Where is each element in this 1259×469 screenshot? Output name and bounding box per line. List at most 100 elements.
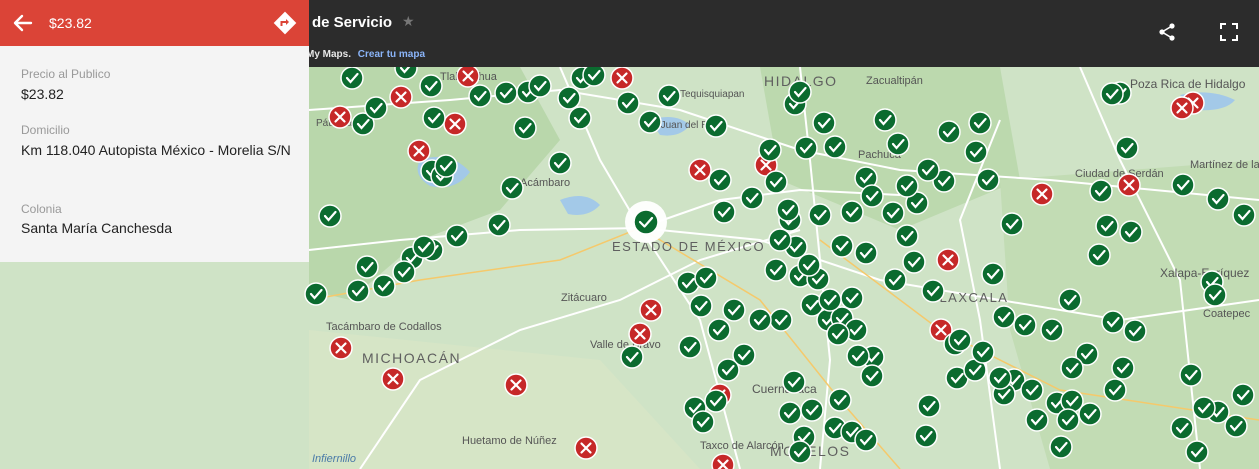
station-marker-valid[interactable] [1111,356,1135,380]
station-marker-valid[interactable] [419,74,443,98]
station-marker-valid[interactable] [748,308,772,332]
station-marker-valid[interactable] [764,258,788,282]
station-marker-invalid[interactable] [407,139,431,163]
station-marker-valid[interactable] [1095,214,1119,238]
station-marker-valid[interactable] [1078,402,1102,426]
station-marker-valid[interactable] [916,158,940,182]
station-marker-valid[interactable] [704,114,728,138]
station-marker-valid[interactable] [548,151,572,175]
station-marker-valid[interactable] [948,328,972,352]
station-marker-valid[interactable] [914,424,938,448]
station-marker-valid[interactable] [1232,203,1256,227]
station-marker-valid[interactable] [895,224,919,248]
station-marker-invalid[interactable] [381,367,405,391]
station-marker-valid[interactable] [976,168,1000,192]
station-marker-valid[interactable] [694,266,718,290]
station-marker-invalid[interactable] [1170,96,1194,120]
station-marker-valid[interactable] [788,80,812,104]
station-marker-valid[interactable] [860,364,884,388]
station-marker-valid[interactable] [764,170,788,194]
station-marker-valid[interactable] [860,184,884,208]
station-marker-valid[interactable] [1224,414,1248,438]
station-marker-valid[interactable] [1115,136,1139,160]
station-marker-valid[interactable] [1101,310,1125,334]
station-marker-valid[interactable] [971,340,995,364]
station-marker-valid[interactable] [981,262,1005,286]
station-marker-valid[interactable] [921,279,945,303]
back-arrow-icon[interactable] [12,12,34,34]
station-marker-valid[interactable] [568,106,592,130]
station-marker-valid[interactable] [445,224,469,248]
star-icon[interactable]: ★ [402,13,415,30]
station-marker-valid[interactable] [797,253,821,277]
station-marker-valid[interactable] [768,228,792,252]
directions-icon[interactable] [272,10,298,36]
station-marker-valid[interactable] [800,398,824,422]
station-marker-valid[interactable] [364,96,388,120]
station-marker-valid[interactable] [1056,408,1080,432]
station-marker-valid[interactable] [712,200,736,224]
station-marker-invalid[interactable] [711,453,735,469]
station-marker-valid[interactable] [964,140,988,164]
station-marker-valid[interactable] [854,241,878,265]
station-marker-valid[interactable] [1192,396,1216,420]
station-marker-valid[interactable] [620,345,644,369]
station-marker-valid[interactable] [840,200,864,224]
station-marker-valid[interactable] [895,174,919,198]
station-marker-invalid[interactable] [1030,182,1054,206]
station-marker-valid[interactable] [318,204,342,228]
station-marker-invalid[interactable] [1117,173,1141,197]
station-marker-valid[interactable] [1049,435,1073,459]
station-marker-valid[interactable] [873,108,897,132]
station-marker-valid[interactable] [886,132,910,156]
station-marker-valid[interactable] [917,394,941,418]
station-marker-valid[interactable] [830,234,854,258]
station-marker-valid[interactable] [1171,173,1195,197]
station-marker-valid[interactable] [708,168,732,192]
station-marker-valid[interactable] [992,305,1016,329]
station-marker-valid[interactable] [812,111,836,135]
station-marker-valid[interactable] [1103,378,1127,402]
station-marker-valid[interactable] [346,279,370,303]
station-marker-valid[interactable] [1100,82,1124,106]
station-marker-invalid[interactable] [329,336,353,360]
station-marker-valid[interactable] [434,154,458,178]
station-marker-valid[interactable] [528,74,552,98]
station-marker-invalid[interactable] [936,248,960,272]
station-marker-invalid[interactable] [639,298,663,322]
station-marker-valid[interactable] [468,84,492,108]
station-marker-valid[interactable] [355,255,379,279]
station-marker-valid[interactable] [1179,363,1203,387]
fullscreen-icon[interactable] [1219,22,1239,42]
station-marker-valid[interactable] [689,294,713,318]
station-marker-valid[interactable] [740,186,764,210]
station-marker-valid[interactable] [372,274,396,298]
station-marker-valid[interactable] [883,268,907,292]
station-marker-valid[interactable] [881,201,905,225]
station-marker-valid[interactable] [1170,416,1194,440]
station-marker-valid[interactable] [691,410,715,434]
station-marker-valid[interactable] [513,116,537,140]
station-marker-valid[interactable] [1040,318,1064,342]
station-marker-valid[interactable] [854,428,878,452]
station-marker-valid[interactable] [1185,440,1209,464]
station-marker-valid[interactable] [557,86,581,110]
station-marker-invalid[interactable] [328,105,352,129]
station-marker-valid[interactable] [758,138,782,162]
station-marker-invalid[interactable] [504,373,528,397]
station-marker-valid[interactable] [776,198,800,222]
station-marker-valid[interactable] [657,84,681,108]
station-marker-valid[interactable] [582,63,606,87]
station-marker-valid[interactable] [1025,408,1049,432]
station-marker-valid[interactable] [722,298,746,322]
selected-marker[interactable] [633,209,659,235]
station-marker-valid[interactable] [840,286,864,310]
station-marker-valid[interactable] [1058,288,1082,312]
share-icon[interactable] [1157,22,1177,42]
station-marker-valid[interactable] [782,370,806,394]
station-marker-valid[interactable] [828,388,852,412]
station-marker-valid[interactable] [769,308,793,332]
station-marker-valid[interactable] [846,344,870,368]
station-marker-valid[interactable] [392,260,416,284]
station-marker-valid[interactable] [902,250,926,274]
